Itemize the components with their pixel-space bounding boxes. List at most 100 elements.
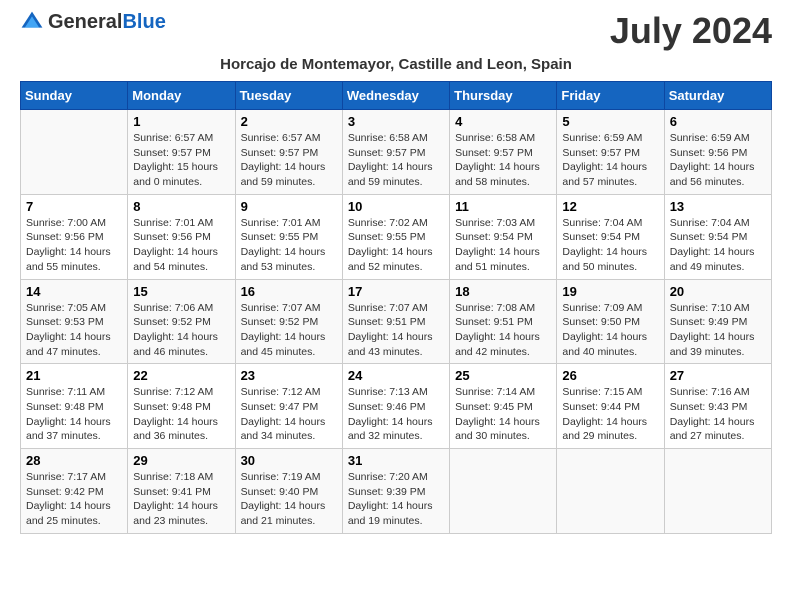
day-info: Sunrise: 7:02 AMSunset: 9:55 PMDaylight:… bbox=[348, 216, 444, 275]
location-title: Horcajo de Montemayor, Castille and Leon… bbox=[20, 56, 772, 73]
day-cell bbox=[450, 449, 557, 534]
day-cell: 15Sunrise: 7:06 AMSunset: 9:52 PMDayligh… bbox=[128, 279, 235, 364]
day-info: Sunrise: 7:09 AMSunset: 9:50 PMDaylight:… bbox=[562, 301, 658, 360]
col-header-wednesday: Wednesday bbox=[342, 82, 449, 110]
day-cell: 18Sunrise: 7:08 AMSunset: 9:51 PMDayligh… bbox=[450, 279, 557, 364]
date-number: 7 bbox=[26, 199, 122, 214]
day-cell: 7 Sunrise: 7:00 AMSunset: 9:56 PMDaylight… bbox=[21, 194, 128, 279]
week-row-4: 21 Sunrise: 7:11 AMSunset: 9:48 PMDayligh… bbox=[21, 364, 772, 449]
day-cell: 12Sunrise: 7:04 AMSunset: 9:54 PMDayligh… bbox=[557, 194, 664, 279]
day-info: Sunrise: 6:59 AMSunset: 9:57 PMDaylight:… bbox=[562, 131, 658, 190]
day-cell: 28 Sunrise: 7:17 AMSunset: 9:42 PMDayligh… bbox=[21, 449, 128, 534]
date-number: 23 bbox=[241, 368, 337, 383]
day-cell bbox=[664, 449, 771, 534]
day-info: Sunrise: 7:05 AMSunset: 9:53 PMDaylight:… bbox=[26, 301, 122, 360]
date-number: 21 bbox=[26, 368, 122, 383]
date-number: 20 bbox=[670, 284, 766, 299]
date-number: 17 bbox=[348, 284, 444, 299]
day-info: Sunrise: 7:12 AMSunset: 9:47 PMDaylight:… bbox=[241, 385, 337, 444]
day-cell: 13 Sunrise: 7:04 AMSunset: 9:54 PMDayligh… bbox=[664, 194, 771, 279]
date-number: 11 bbox=[455, 199, 551, 214]
date-number: 5 bbox=[562, 114, 658, 129]
day-cell: 23 Sunrise: 7:12 AMSunset: 9:47 PMDayligh… bbox=[235, 364, 342, 449]
day-cell: 30 Sunrise: 7:19 AMSunset: 9:40 PMDayligh… bbox=[235, 449, 342, 534]
day-cell: 24Sunrise: 7:13 AMSunset: 9:46 PMDayligh… bbox=[342, 364, 449, 449]
date-number: 6 bbox=[670, 114, 766, 129]
logo-icon bbox=[20, 10, 44, 34]
day-info: Sunrise: 7:16 AMSunset: 9:43 PMDaylight:… bbox=[670, 385, 766, 444]
day-info: Sunrise: 7:15 AMSunset: 9:44 PMDaylight:… bbox=[562, 385, 658, 444]
day-info: Sunrise: 7:01 AMSunset: 9:55 PMDaylight:… bbox=[241, 216, 337, 275]
day-info: Sunrise: 7:00 AMSunset: 9:56 PMDaylight:… bbox=[26, 216, 122, 275]
day-info: Sunrise: 7:10 AMSunset: 9:49 PMDaylight:… bbox=[670, 301, 766, 360]
day-info: Sunrise: 6:57 AMSunset: 9:57 PMDaylight:… bbox=[133, 131, 229, 190]
day-cell: 10 Sunrise: 7:02 AMSunset: 9:55 PMDayligh… bbox=[342, 194, 449, 279]
date-number: 4 bbox=[455, 114, 551, 129]
date-number: 8 bbox=[133, 199, 229, 214]
day-info: Sunrise: 7:07 AMSunset: 9:52 PMDaylight:… bbox=[241, 301, 337, 360]
date-number: 30 bbox=[241, 453, 337, 468]
date-number: 28 bbox=[26, 453, 122, 468]
day-info: Sunrise: 7:17 AMSunset: 9:42 PMDaylight:… bbox=[26, 470, 122, 529]
date-number: 19 bbox=[562, 284, 658, 299]
day-cell: 1 Sunrise: 6:57 AMSunset: 9:57 PMDaylight… bbox=[128, 110, 235, 195]
date-number: 15 bbox=[133, 284, 229, 299]
date-number: 12 bbox=[562, 199, 658, 214]
day-cell: 17 Sunrise: 7:07 AMSunset: 9:51 PMDayligh… bbox=[342, 279, 449, 364]
day-info: Sunrise: 6:58 AMSunset: 9:57 PMDaylight:… bbox=[348, 131, 444, 190]
logo-general: General bbox=[48, 11, 122, 33]
day-info: Sunrise: 7:12 AMSunset: 9:48 PMDaylight:… bbox=[133, 385, 229, 444]
day-info: Sunrise: 7:19 AMSunset: 9:40 PMDaylight:… bbox=[241, 470, 337, 529]
day-cell: 14Sunrise: 7:05 AMSunset: 9:53 PMDayligh… bbox=[21, 279, 128, 364]
day-cell: 27Sunrise: 7:16 AMSunset: 9:43 PMDayligh… bbox=[664, 364, 771, 449]
day-info: Sunrise: 7:07 AMSunset: 9:51 PMDaylight:… bbox=[348, 301, 444, 360]
day-info: Sunrise: 7:04 AMSunset: 9:54 PMDaylight:… bbox=[670, 216, 766, 275]
day-cell: 4 Sunrise: 6:58 AMSunset: 9:57 PMDaylight… bbox=[450, 110, 557, 195]
col-header-tuesday: Tuesday bbox=[235, 82, 342, 110]
col-header-friday: Friday bbox=[557, 82, 664, 110]
day-info: Sunrise: 7:20 AMSunset: 9:39 PMDaylight:… bbox=[348, 470, 444, 529]
date-number: 3 bbox=[348, 114, 444, 129]
week-row-1: 1 Sunrise: 6:57 AMSunset: 9:57 PMDaylight… bbox=[21, 110, 772, 195]
col-header-sunday: Sunday bbox=[21, 82, 128, 110]
day-cell: 5 Sunrise: 6:59 AMSunset: 9:57 PMDaylight… bbox=[557, 110, 664, 195]
logo-blue: Blue bbox=[122, 11, 165, 33]
date-number: 18 bbox=[455, 284, 551, 299]
day-info: Sunrise: 6:58 AMSunset: 9:57 PMDaylight:… bbox=[455, 131, 551, 190]
date-number: 31 bbox=[348, 453, 444, 468]
day-info: Sunrise: 7:01 AMSunset: 9:56 PMDaylight:… bbox=[133, 216, 229, 275]
day-cell bbox=[557, 449, 664, 534]
date-number: 1 bbox=[133, 114, 229, 129]
day-info: Sunrise: 7:14 AMSunset: 9:45 PMDaylight:… bbox=[455, 385, 551, 444]
date-number: 9 bbox=[241, 199, 337, 214]
day-cell: 2Sunrise: 6:57 AMSunset: 9:57 PMDaylight… bbox=[235, 110, 342, 195]
day-cell: 11 Sunrise: 7:03 AMSunset: 9:54 PMDayligh… bbox=[450, 194, 557, 279]
day-info: Sunrise: 7:18 AMSunset: 9:41 PMDaylight:… bbox=[133, 470, 229, 529]
day-cell: 19 Sunrise: 7:09 AMSunset: 9:50 PMDayligh… bbox=[557, 279, 664, 364]
day-cell: 31 Sunrise: 7:20 AMSunset: 9:39 PMDayligh… bbox=[342, 449, 449, 534]
calendar-table: SundayMondayTuesdayWednesdayThursdayFrid… bbox=[20, 81, 772, 534]
date-number: 13 bbox=[670, 199, 766, 214]
calendar-header-row: SundayMondayTuesdayWednesdayThursdayFrid… bbox=[21, 82, 772, 110]
col-header-saturday: Saturday bbox=[664, 82, 771, 110]
day-cell: 6 Sunrise: 6:59 AMSunset: 9:56 PMDaylight… bbox=[664, 110, 771, 195]
day-info: Sunrise: 6:57 AMSunset: 9:57 PMDaylight:… bbox=[241, 131, 337, 190]
day-cell bbox=[21, 110, 128, 195]
day-cell: 20 Sunrise: 7:10 AMSunset: 9:49 PMDayligh… bbox=[664, 279, 771, 364]
calendar-body: 1 Sunrise: 6:57 AMSunset: 9:57 PMDaylight… bbox=[21, 110, 772, 534]
week-row-5: 28 Sunrise: 7:17 AMSunset: 9:42 PMDayligh… bbox=[21, 449, 772, 534]
day-cell: 9 Sunrise: 7:01 AMSunset: 9:55 PMDaylight… bbox=[235, 194, 342, 279]
day-info: Sunrise: 6:59 AMSunset: 9:56 PMDaylight:… bbox=[670, 131, 766, 190]
week-row-3: 14Sunrise: 7:05 AMSunset: 9:53 PMDayligh… bbox=[21, 279, 772, 364]
day-info: Sunrise: 7:03 AMSunset: 9:54 PMDaylight:… bbox=[455, 216, 551, 275]
date-number: 22 bbox=[133, 368, 229, 383]
date-number: 29 bbox=[133, 453, 229, 468]
day-cell: 3 Sunrise: 6:58 AMSunset: 9:57 PMDaylight… bbox=[342, 110, 449, 195]
day-cell: 26 Sunrise: 7:15 AMSunset: 9:44 PMDayligh… bbox=[557, 364, 664, 449]
day-cell: 21 Sunrise: 7:11 AMSunset: 9:48 PMDayligh… bbox=[21, 364, 128, 449]
date-number: 10 bbox=[348, 199, 444, 214]
date-number: 25 bbox=[455, 368, 551, 383]
date-number: 26 bbox=[562, 368, 658, 383]
day-cell: 25 Sunrise: 7:14 AMSunset: 9:45 PMDayligh… bbox=[450, 364, 557, 449]
day-info: Sunrise: 7:11 AMSunset: 9:48 PMDaylight:… bbox=[26, 385, 122, 444]
